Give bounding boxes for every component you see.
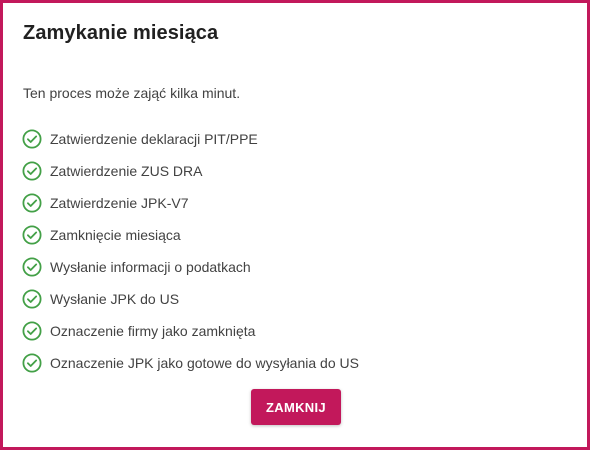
step-item: Wysłanie JPK do US bbox=[22, 283, 359, 315]
step-label: Zatwierdzenie JPK-V7 bbox=[50, 195, 189, 211]
check-circle-icon bbox=[22, 225, 42, 245]
step-label: Zatwierdzenie deklaracji PIT/PPE bbox=[50, 131, 258, 147]
step-item: Zamknięcie miesiąca bbox=[22, 219, 359, 251]
step-item: Wysłanie informacji o podatkach bbox=[22, 251, 359, 283]
dialog-subtitle: Ten proces może zająć kilka minut. bbox=[23, 85, 241, 101]
check-circle-icon bbox=[22, 321, 42, 341]
step-item: Oznaczenie firmy jako zamknięta bbox=[22, 315, 359, 347]
step-list: Zatwierdzenie deklaracji PIT/PPE Zatwier… bbox=[22, 123, 359, 379]
step-item: Zatwierdzenie ZUS DRA bbox=[22, 155, 359, 187]
check-circle-icon bbox=[22, 257, 42, 277]
check-circle-icon bbox=[22, 161, 42, 181]
step-label: Oznaczenie firmy jako zamknięta bbox=[50, 323, 256, 339]
step-label: Oznaczenie JPK jako gotowe do wysyłania … bbox=[50, 355, 359, 371]
dialog-title: Zamykanie miesiąca bbox=[23, 22, 219, 44]
step-item: Zatwierdzenie JPK-V7 bbox=[22, 187, 359, 219]
step-label: Zamknięcie miesiąca bbox=[50, 227, 181, 243]
close-button[interactable]: ZAMKNIJ bbox=[251, 389, 341, 425]
step-label: Wysłanie JPK do US bbox=[50, 291, 180, 307]
check-circle-icon bbox=[22, 353, 42, 373]
check-circle-icon bbox=[22, 129, 42, 149]
step-item: Zatwierdzenie deklaracji PIT/PPE bbox=[22, 123, 359, 155]
step-item: Oznaczenie JPK jako gotowe do wysyłania … bbox=[22, 347, 359, 379]
step-label: Wysłanie informacji o podatkach bbox=[50, 259, 251, 275]
check-circle-icon bbox=[22, 289, 42, 309]
close-month-dialog: Zamykanie miesiąca Ten proces może zająć… bbox=[0, 0, 590, 450]
step-label: Zatwierdzenie ZUS DRA bbox=[50, 163, 203, 179]
check-circle-icon bbox=[22, 193, 42, 213]
